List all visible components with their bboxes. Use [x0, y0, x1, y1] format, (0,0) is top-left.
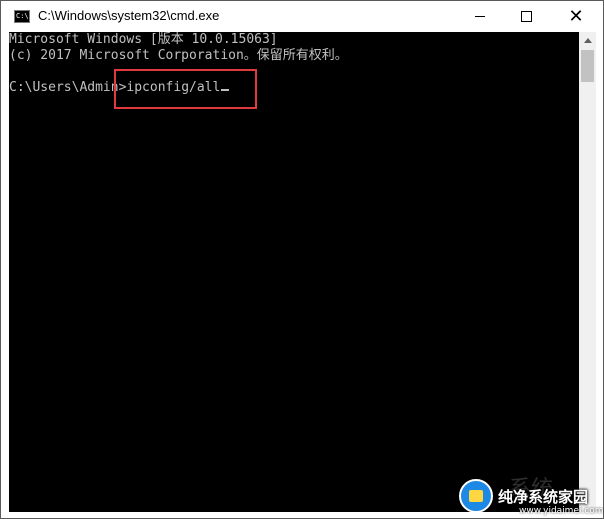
command-highlight-box: [114, 69, 257, 109]
maximize-icon: [520, 11, 532, 22]
console-copyright-line: (c) 2017 Microsoft Corporation。保留所有权利。: [9, 48, 348, 63]
watermark-site-url: www.yidaimei.com: [519, 506, 604, 516]
cmd-window: C:\ C:\Windows\system32\cmd.exe ✕ Micros…: [0, 0, 604, 519]
window-title: C:\Windows\system32\cmd.exe: [38, 8, 220, 23]
minimize-icon: [475, 16, 485, 17]
watermark-logo-icon: [459, 479, 493, 513]
title-bar[interactable]: C:\ C:\Windows\system32\cmd.exe ✕: [1, 1, 603, 32]
scroll-thumb[interactable]: [581, 50, 594, 82]
watermark-logo-house: [469, 490, 483, 502]
chevron-up-icon: [583, 38, 592, 43]
maximize-button[interactable]: [503, 1, 549, 32]
close-button[interactable]: ✕: [549, 1, 603, 32]
console-version-line: Microsoft Windows [版本 10.0.15063]: [9, 32, 278, 47]
cmd-icon[interactable]: C:\: [14, 10, 30, 23]
scroll-up-button[interactable]: [579, 32, 596, 49]
console-area[interactable]: Microsoft Windows [版本 10.0.15063] (c) 20…: [9, 32, 579, 512]
vertical-scrollbar[interactable]: [579, 32, 596, 512]
close-icon: ✕: [568, 5, 584, 27]
console-prompt: C:\Users\Admin>: [9, 80, 127, 95]
watermark-site-name: 纯净系统家园: [498, 488, 589, 506]
minimize-button[interactable]: [457, 1, 503, 32]
